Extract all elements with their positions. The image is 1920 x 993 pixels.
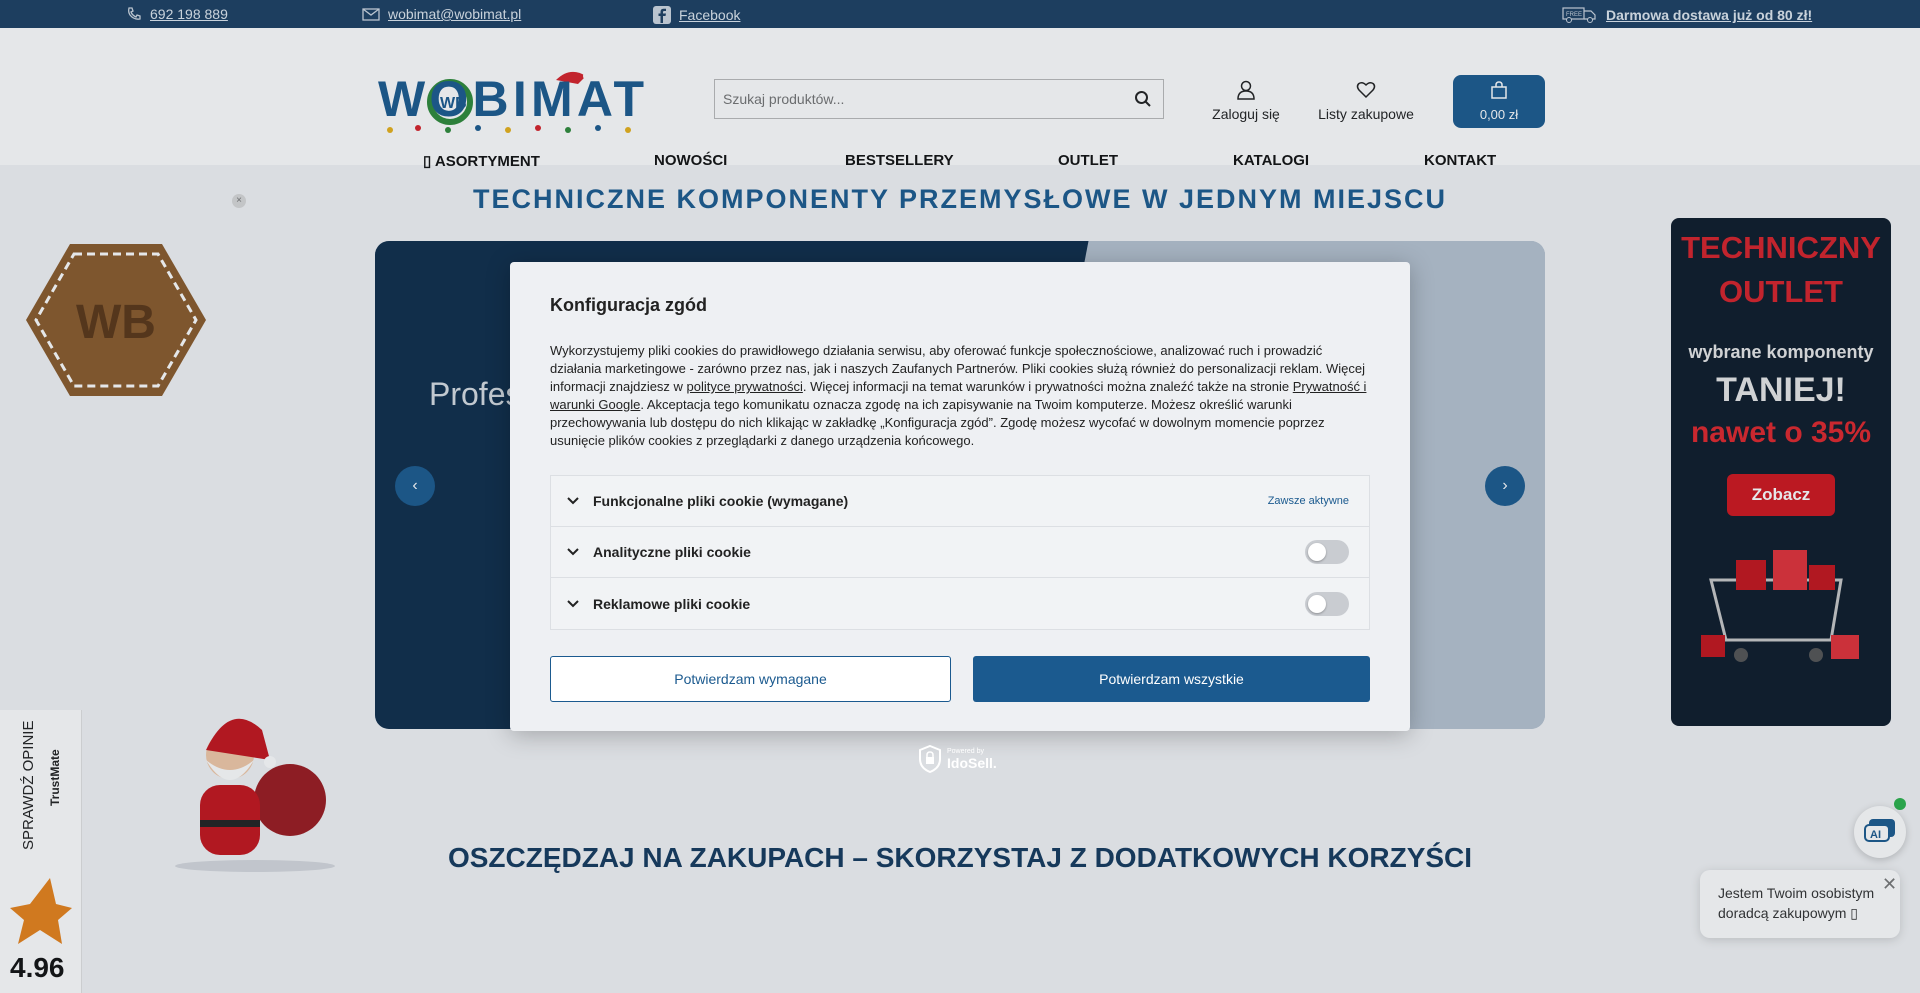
consent-description: Wykorzystujemy pliki cookies do prawidło… [550,342,1370,450]
chevron-down-icon [565,493,581,509]
consent-text-part-2: . Więcej informacji na temat warunków i … [802,379,1293,394]
confirm-all-button[interactable]: Potwierdzam wszystkie [973,656,1370,702]
idosell-brand: IdoSell. [947,754,997,771]
category-functional-label: Funkcjonalne pliki cookie (wymagane) [593,493,849,509]
powered-by-text: Powered by [947,747,984,755]
category-advertising-label: Reklamowe pliki cookie [593,595,751,612]
cookie-consent-dialog: Konfiguracja zgód Wykorzystujemy pliki c… [510,262,1410,731]
always-active-label: Zawsze aktywne [1267,495,1349,507]
idosell-powered-badge: Powered by IdoSell. [919,745,997,773]
advertising-toggle[interactable] [1305,591,1349,616]
category-functional[interactable]: Funkcjonalne pliki cookie (wymagane) Zaw… [551,476,1369,527]
confirm-required-button[interactable]: Potwierdzam wymagane [550,656,951,702]
cookie-categories: Funkcjonalne pliki cookie (wymagane) Zaw… [550,475,1370,630]
category-analytics-label: Analityczne pliki cookie [593,544,751,560]
category-analytics[interactable]: Analityczne pliki cookie [551,527,1369,578]
consent-title: Konfiguracja zgód [550,295,707,315]
analytics-toggle[interactable] [1305,540,1349,564]
chevron-down-icon [565,596,581,612]
consent-text-part-3: . Akceptacja tego komunikatu oznacza zgo… [550,397,1325,448]
category-advertising[interactable]: Reklamowe pliki cookie [551,578,1369,629]
privacy-policy-link[interactable]: polityce prywatności [687,379,803,394]
chevron-down-icon [565,544,581,560]
padlock-icon [919,745,941,773]
